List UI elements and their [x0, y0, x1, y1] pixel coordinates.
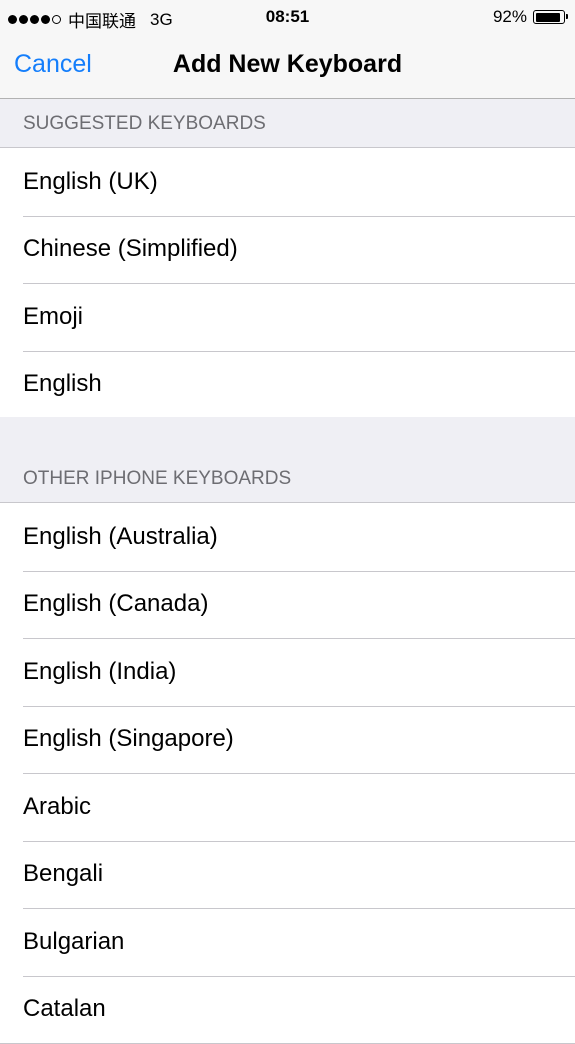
keyboard-row[interactable]: Bulgarian — [0, 908, 575, 976]
keyboard-label: English — [23, 370, 102, 398]
keyboard-row[interactable]: English (Canada) — [0, 570, 575, 639]
keyboard-label: English (Singapore) — [23, 725, 234, 753]
keyboard-row[interactable]: Bengali — [0, 840, 575, 909]
battery-icon — [533, 10, 568, 24]
section-header-other: OTHER IPHONE KEYBOARDS — [0, 417, 575, 502]
keyboard-row[interactable]: Emoji — [0, 283, 575, 351]
status-bar-right: 92% — [492, 7, 568, 27]
keyboard-label: Emoji — [23, 302, 84, 330]
keyboard-label: English (Australia) — [23, 522, 218, 550]
status-bar: 中国联通 3G 08:51 92% — [0, 0, 575, 34]
keyboard-row[interactable]: English — [0, 350, 575, 419]
section-header-label: SUGGESTED KEYBOARDS — [23, 113, 266, 134]
keyboard-label: Bengali — [23, 860, 104, 888]
keyboard-row[interactable]: Arabic — [0, 773, 575, 841]
section-header-suggested: SUGGESTED KEYBOARDS — [0, 99, 575, 147]
keyboard-label: Arabic — [23, 792, 92, 820]
navigation-bar: Cancel Add New Keyboard — [0, 34, 575, 99]
keyboard-row[interactable]: English (Australia) — [0, 503, 575, 571]
page-title: Add New Keyboard — [172, 50, 403, 78]
suggested-keyboards-list: English (UK) Chinese (Simplified) Emoji … — [0, 147, 575, 419]
keyboard-label: Bulgarian — [23, 927, 125, 955]
keyboard-label: English (India) — [23, 657, 177, 685]
section-header-label: OTHER IPHONE KEYBOARDS — [23, 468, 292, 489]
battery-fill — [535, 12, 561, 22]
status-time: 08:51 — [265, 7, 310, 26]
keyboard-row[interactable]: English (UK) — [0, 148, 575, 216]
keyboard-label: English (UK) — [23, 167, 158, 195]
keyboard-row[interactable]: Chinese (Simplified) — [0, 215, 575, 284]
keyboard-row[interactable]: English (India) — [0, 638, 575, 706]
keyboard-label: Catalan — [23, 995, 106, 1023]
other-keyboards-list: English (Australia) English (Canada) Eng… — [0, 502, 575, 1044]
battery-percent: 92% — [492, 7, 527, 26]
keyboard-label: Chinese (Simplified) — [23, 235, 238, 263]
keyboard-label: English (Canada) — [23, 590, 209, 618]
keyboard-row[interactable]: English (Singapore) — [0, 705, 575, 774]
keyboard-row[interactable]: Catalan — [0, 975, 575, 1044]
